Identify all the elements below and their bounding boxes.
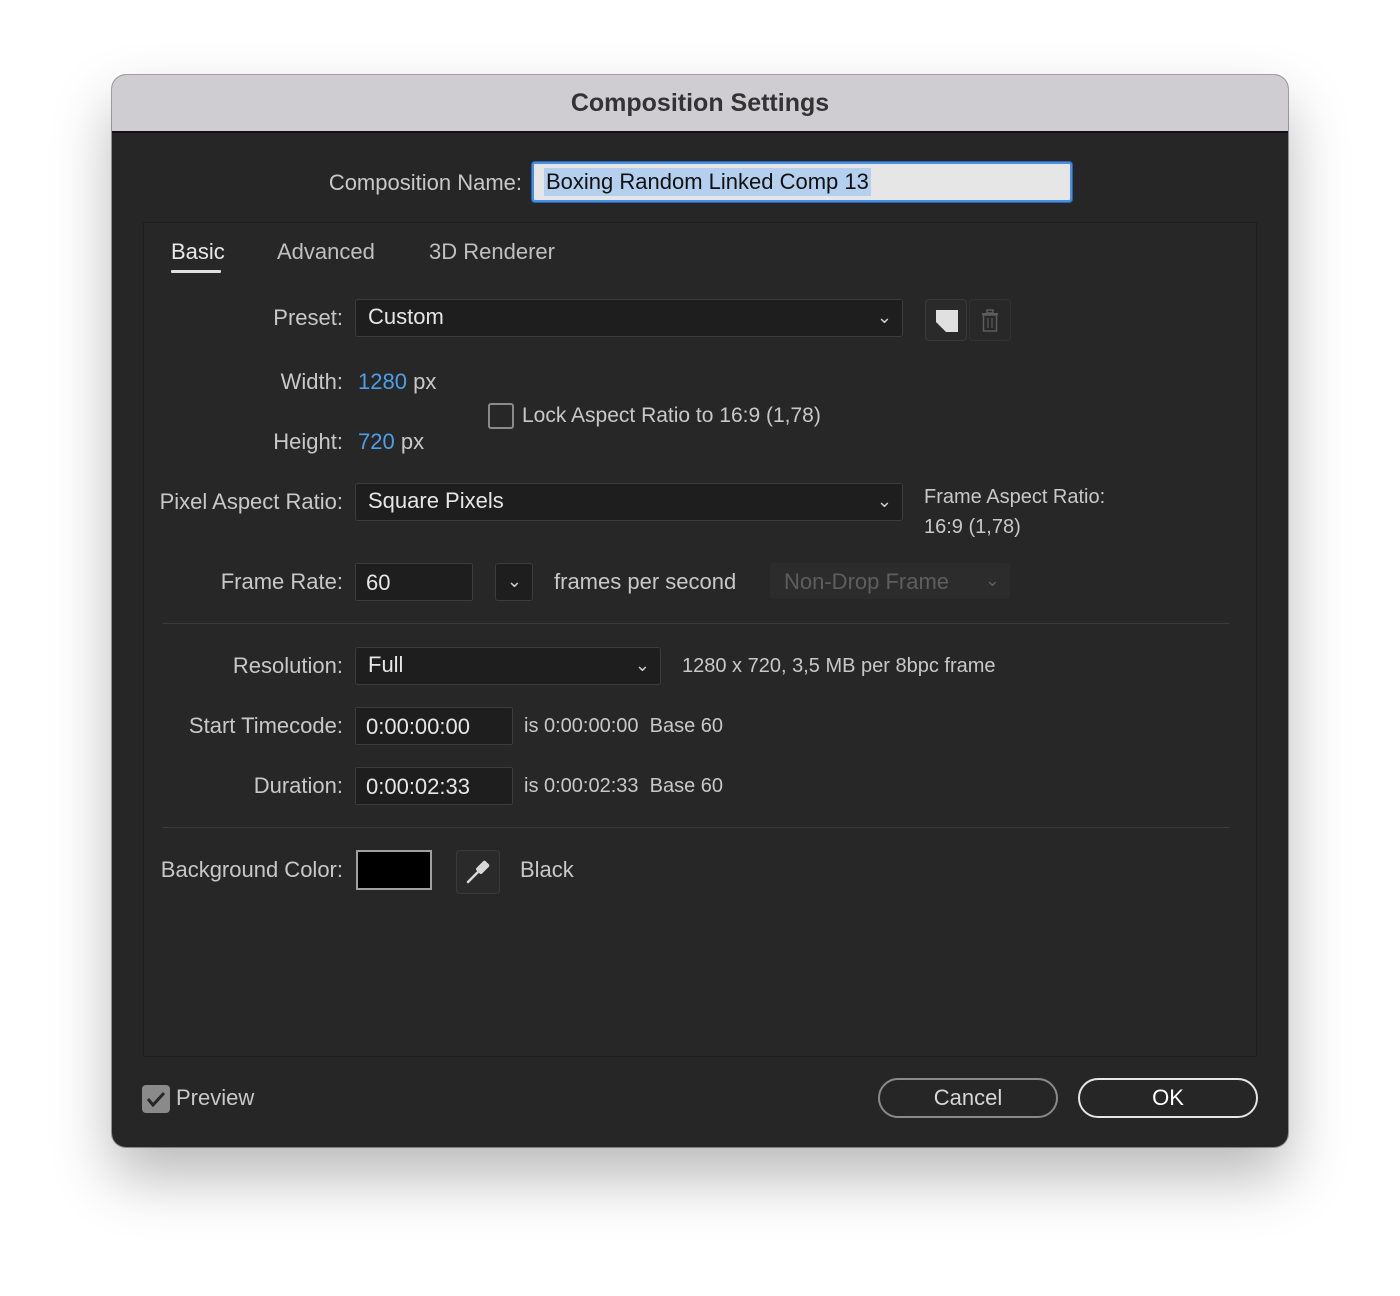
frame-rate-dropdown[interactable]: ⌄	[495, 563, 533, 601]
composition-name-value: Boxing Random Linked Comp 13	[544, 168, 871, 196]
save-preset-button[interactable]	[925, 299, 967, 341]
preset-value: Custom	[368, 304, 444, 329]
height-label: Height:	[273, 429, 343, 454]
pixel-aspect-dropdown[interactable]: Square Pixels ⌄	[355, 483, 903, 521]
preset-dropdown[interactable]: Custom ⌄	[355, 299, 903, 337]
chevron-down-icon: ⌄	[876, 307, 892, 327]
ok-button[interactable]: OK	[1078, 1078, 1258, 1118]
chevron-down-icon: ⌄	[506, 571, 522, 591]
preset-label: Preset:	[273, 305, 343, 330]
frame-aspect-label: Frame Aspect Ratio:	[924, 486, 1106, 508]
start-timecode-input[interactable]: 0:00:00:00	[355, 707, 513, 745]
frame-rate-label: Frame Rate:	[220, 569, 343, 594]
preview-checkbox[interactable]	[142, 1085, 170, 1113]
composition-name-input[interactable]: Boxing Random Linked Comp 13	[532, 162, 1072, 202]
lock-aspect-label: Lock Aspect Ratio to 16:9 (1,78)	[522, 404, 821, 427]
duration-label: Duration:	[253, 773, 343, 798]
eyedropper-icon	[466, 860, 490, 884]
section-divider	[162, 827, 1230, 828]
pixel-aspect-label: Pixel Aspect Ratio:	[159, 489, 343, 514]
start-timecode-info: is 0:00:00:00 Base 60	[524, 715, 724, 737]
title-bar[interactable]: Composition Settings	[112, 75, 1288, 133]
trash-icon	[982, 309, 998, 332]
start-timecode-value: 0:00:00:00	[366, 714, 470, 739]
chevron-down-icon: ⌄	[876, 491, 892, 511]
duration-value: 0:00:02:33	[366, 774, 470, 799]
frame-rate-unit: frames per second	[554, 569, 737, 594]
chevron-down-icon: ⌄	[634, 655, 650, 675]
background-color-swatch[interactable]	[356, 850, 432, 890]
height-unit: px	[400, 429, 425, 454]
cancel-button[interactable]: Cancel	[878, 1078, 1058, 1118]
composition-name-label: Composition Name:	[328, 170, 522, 195]
chevron-down-icon: ⌄	[984, 570, 1000, 590]
delete-preset-button[interactable]	[969, 299, 1011, 341]
width-unit: px	[413, 369, 437, 394]
resolution-label: Resolution:	[232, 653, 343, 678]
width-label: Width:	[280, 369, 343, 394]
composition-settings-dialog: Composition Settings Composition Name: B…	[112, 75, 1288, 1147]
resolution-dropdown[interactable]: Full ⌄	[355, 647, 661, 685]
pixel-aspect-value: Square Pixels	[368, 488, 504, 513]
tab-3d-renderer[interactable]: 3D Renderer	[429, 239, 555, 265]
tab-basic[interactable]: Basic	[171, 239, 225, 265]
settings-panel	[143, 222, 1257, 1057]
checkmark-icon	[146, 1091, 166, 1108]
section-divider	[162, 623, 1230, 624]
eyedropper-button[interactable]	[456, 850, 500, 894]
height-value[interactable]: 720	[358, 429, 395, 454]
frame-aspect-value: 16:9 (1,78)	[924, 516, 1021, 538]
duration-input[interactable]: 0:00:02:33	[355, 767, 513, 805]
drop-frame-dropdown: Non-Drop Frame ⌄	[770, 563, 1010, 599]
frame-rate-input[interactable]: 60	[355, 563, 473, 601]
resolution-value: Full	[368, 652, 404, 677]
preview-label: Preview	[176, 1085, 255, 1110]
resolution-info: 1280 x 720, 3,5 MB per 8bpc frame	[682, 655, 996, 677]
background-color-name: Black	[520, 857, 574, 882]
duration-info: is 0:00:02:33 Base 60	[524, 775, 724, 797]
lock-aspect-checkbox[interactable]	[488, 403, 514, 429]
dialog-title: Composition Settings	[570, 89, 830, 117]
width-value[interactable]: 1280	[358, 369, 407, 394]
background-color-label: Background Color:	[160, 857, 343, 882]
frame-rate-value: 60	[366, 570, 391, 595]
tab-advanced[interactable]: Advanced	[277, 239, 375, 265]
drop-frame-value: Non-Drop Frame	[784, 569, 950, 594]
start-timecode-label: Start Timecode:	[188, 713, 343, 738]
save-preset-icon	[936, 310, 958, 332]
height-field[interactable]: 720 px	[358, 429, 424, 455]
width-field[interactable]: 1280 px	[358, 369, 436, 395]
active-tab-indicator	[171, 270, 221, 273]
